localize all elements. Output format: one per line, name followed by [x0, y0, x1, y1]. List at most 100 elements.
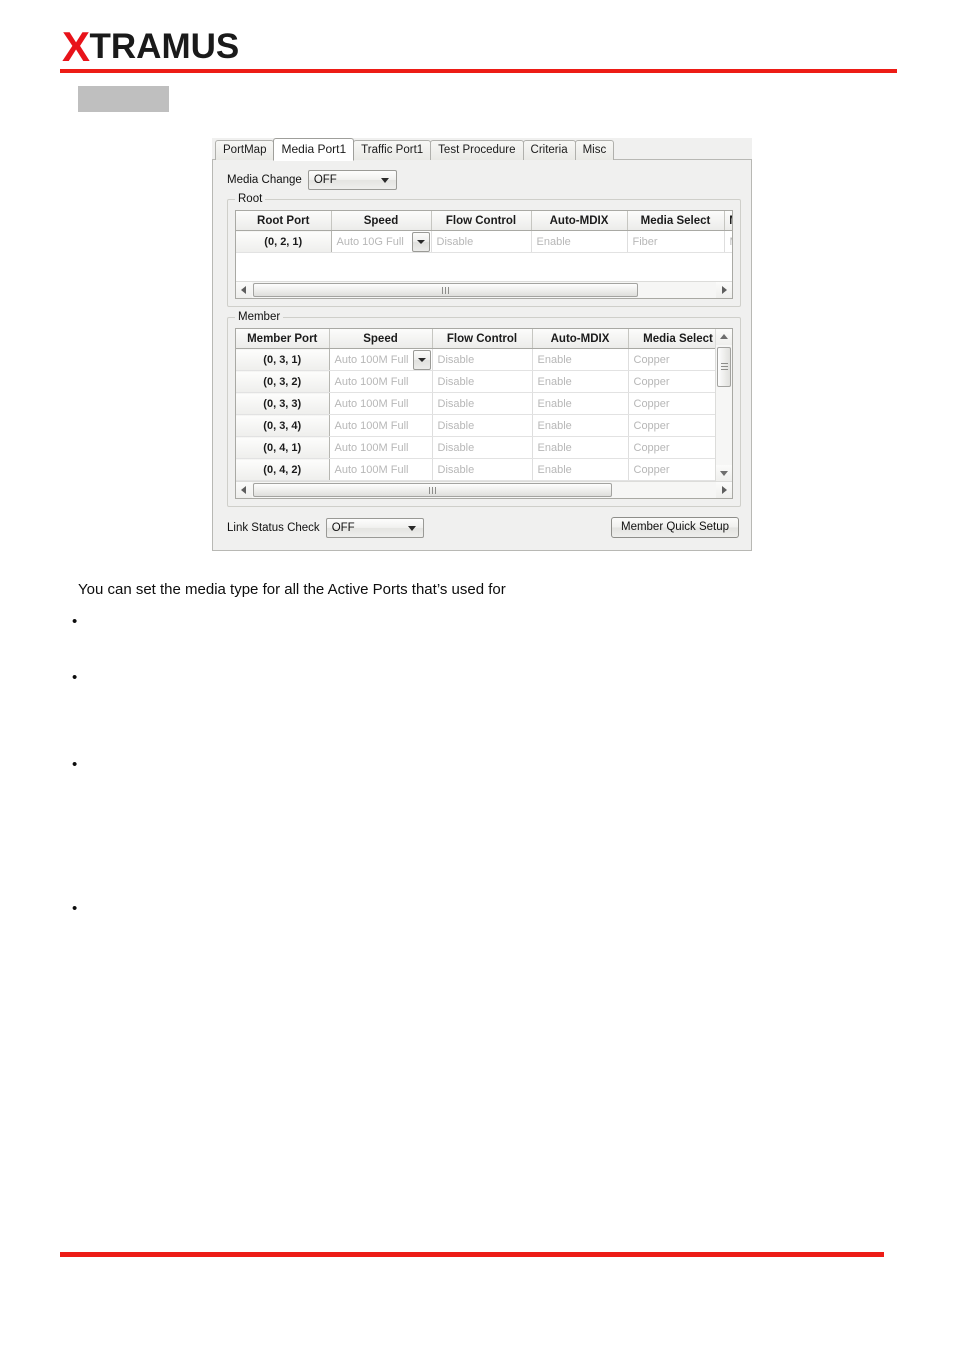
- member-speed-value[interactable]: Auto 100M Full: [329, 458, 433, 481]
- col-root-port[interactable]: Root Port: [236, 211, 332, 231]
- root-media-select-value[interactable]: Fiber: [627, 230, 725, 253]
- tab-misc[interactable]: Misc: [574, 140, 615, 160]
- table-row[interactable]: (0, 4, 1) Auto 100M Full Disable Enable …: [236, 436, 729, 459]
- list-item: [72, 759, 84, 771]
- root-port-value: (0, 2, 1): [236, 230, 332, 253]
- speed-dropdown-button[interactable]: [411, 232, 430, 252]
- grip-icon: [721, 363, 728, 371]
- root-auto-mdix-value[interactable]: Enable: [531, 230, 628, 253]
- member-group: Member Member Port Speed Flow Control Au…: [227, 311, 741, 507]
- member-flow-control-value[interactable]: Disable: [432, 436, 533, 459]
- member-auto-mdix-value[interactable]: Enable: [532, 436, 629, 459]
- scroll-right-arrow-icon[interactable]: [716, 282, 732, 298]
- arrow-right-glyph: [722, 286, 727, 294]
- member-flow-control-value[interactable]: Disable: [432, 458, 533, 481]
- col-auto-mdix[interactable]: Auto-MDIX: [532, 329, 629, 349]
- member-flow-control-value[interactable]: Disable: [432, 392, 533, 415]
- col-clipped[interactable]: M: [724, 211, 732, 231]
- col-flow-control[interactable]: Flow Control: [432, 329, 533, 349]
- arrow-left-glyph: [241, 486, 246, 494]
- tab-media-port1[interactable]: Media Port1: [273, 138, 355, 161]
- chevron-down-icon: [416, 240, 425, 244]
- media-port-dialog: PortMap Media Port1 Traffic Port1 Test Proc…: [212, 138, 752, 551]
- member-hscroll-thumb[interactable]: [253, 483, 612, 497]
- member-auto-mdix-value[interactable]: Enable: [532, 458, 629, 481]
- member-media-select-value[interactable]: Copper: [628, 458, 729, 481]
- col-member-port[interactable]: Member Port: [236, 329, 330, 349]
- col-flow-control[interactable]: Flow Control: [431, 211, 532, 231]
- scroll-up-arrow-icon[interactable]: [716, 329, 732, 345]
- member-speed-cell[interactable]: Auto 100M Full: [329, 348, 433, 371]
- scroll-right-arrow-icon[interactable]: [716, 482, 732, 498]
- member-grid: Member Port Speed Flow Control Auto-MDIX…: [235, 328, 733, 499]
- member-auto-mdix-value[interactable]: Enable: [532, 392, 629, 415]
- chevron-down-icon: [407, 525, 416, 531]
- member-media-select-value[interactable]: Copper: [628, 370, 729, 393]
- scroll-left-arrow-icon[interactable]: [236, 282, 252, 298]
- member-group-legend: Member: [235, 311, 284, 323]
- link-status-check-dropdown[interactable]: OFF: [325, 517, 424, 538]
- table-row[interactable]: (0, 3, 4) Auto 100M Full Disable Enable …: [236, 414, 729, 437]
- col-speed[interactable]: Speed: [329, 329, 433, 349]
- root-hscroll-thumb[interactable]: [253, 283, 638, 297]
- speed-dropdown-button[interactable]: [412, 350, 431, 370]
- col-media-select[interactable]: Media Select: [628, 329, 729, 349]
- arrow-left-glyph: [241, 286, 246, 294]
- member-media-select-value[interactable]: Copper: [628, 348, 729, 371]
- root-grid: Root Port Speed Flow Control Auto-MDIX M…: [235, 210, 733, 299]
- member-media-select-value[interactable]: Copper: [628, 392, 729, 415]
- media-change-row: Media Change OFF: [227, 170, 741, 190]
- tab-test-procedure[interactable]: Test Procedure: [430, 140, 524, 160]
- table-row[interactable]: (0, 3, 1) Auto 100M Full Disable Enable …: [236, 348, 729, 371]
- media-change-value: OFF: [313, 174, 337, 186]
- scroll-left-arrow-icon[interactable]: [236, 482, 252, 498]
- list-item: [72, 903, 84, 915]
- member-flow-control-value[interactable]: Disable: [432, 414, 533, 437]
- member-port-value: (0, 3, 3): [236, 392, 330, 415]
- member-grid-header-row: Member Port Speed Flow Control Auto-MDIX…: [236, 329, 729, 349]
- member-speed-value[interactable]: Auto 100M Full: [329, 392, 433, 415]
- member-auto-mdix-value[interactable]: Enable: [532, 348, 629, 371]
- member-speed-value[interactable]: Auto 100M Full: [329, 414, 433, 437]
- root-speed-cell[interactable]: Auto 10G Full: [331, 230, 432, 253]
- member-quick-setup-button[interactable]: Member Quick Setup: [610, 517, 739, 538]
- tab-portmap[interactable]: PortMap: [215, 140, 275, 160]
- table-row[interactable]: (0, 4, 2) Auto 100M Full Disable Enable …: [236, 458, 729, 481]
- member-media-select-value[interactable]: Copper: [628, 436, 729, 459]
- table-row[interactable]: (0, 3, 3) Auto 100M Full Disable Enable …: [236, 392, 729, 415]
- member-flow-control-value[interactable]: Disable: [432, 348, 533, 371]
- member-port-value: (0, 3, 4): [236, 414, 330, 437]
- root-clipped-value[interactable]: M: [724, 230, 732, 253]
- member-media-select-value[interactable]: Copper: [628, 414, 729, 437]
- member-vscroll-thumb[interactable]: [717, 347, 731, 387]
- root-flow-control-value[interactable]: Disable: [431, 230, 532, 253]
- member-speed-value[interactable]: Auto 100M Full: [329, 370, 433, 393]
- member-grid-body: Member Port Speed Flow Control Auto-MDIX…: [236, 329, 732, 481]
- member-port-value: (0, 3, 1): [236, 348, 330, 371]
- member-speed-value[interactable]: Auto 100M Full: [329, 436, 433, 459]
- table-row[interactable]: (0, 2, 1) Auto 10G Full Disable Enable F…: [236, 230, 732, 253]
- tab-traffic-port1[interactable]: Traffic Port1: [353, 140, 432, 160]
- member-speed-value: Auto 100M Full: [334, 353, 409, 366]
- scroll-down-arrow-icon[interactable]: [716, 465, 732, 481]
- media-change-dropdown[interactable]: OFF: [307, 170, 397, 190]
- member-horizontal-scrollbar[interactable]: [236, 481, 732, 498]
- xtramus-logo: XTRAMUS: [62, 26, 239, 68]
- chevron-down-icon: [380, 178, 389, 183]
- col-auto-mdix[interactable]: Auto-MDIX: [531, 211, 628, 231]
- col-speed[interactable]: Speed: [331, 211, 432, 231]
- col-media-select[interactable]: Media Select: [627, 211, 725, 231]
- member-port-value: (0, 4, 2): [236, 458, 330, 481]
- table-row[interactable]: (0, 3, 2) Auto 100M Full Disable Enable …: [236, 370, 729, 393]
- list-item: [72, 672, 84, 684]
- member-auto-mdix-value[interactable]: Enable: [532, 370, 629, 393]
- member-auto-mdix-value[interactable]: Enable: [532, 414, 629, 437]
- member-vertical-scrollbar[interactable]: [715, 329, 732, 481]
- logo-x-mark: X: [62, 23, 90, 70]
- root-horizontal-scrollbar[interactable]: [236, 281, 732, 298]
- member-flow-control-value[interactable]: Disable: [432, 370, 533, 393]
- footer-rule: [60, 1252, 884, 1257]
- tab-criteria[interactable]: Criteria: [522, 140, 576, 160]
- member-port-value: (0, 3, 2): [236, 370, 330, 393]
- arrow-down-glyph: [720, 471, 728, 476]
